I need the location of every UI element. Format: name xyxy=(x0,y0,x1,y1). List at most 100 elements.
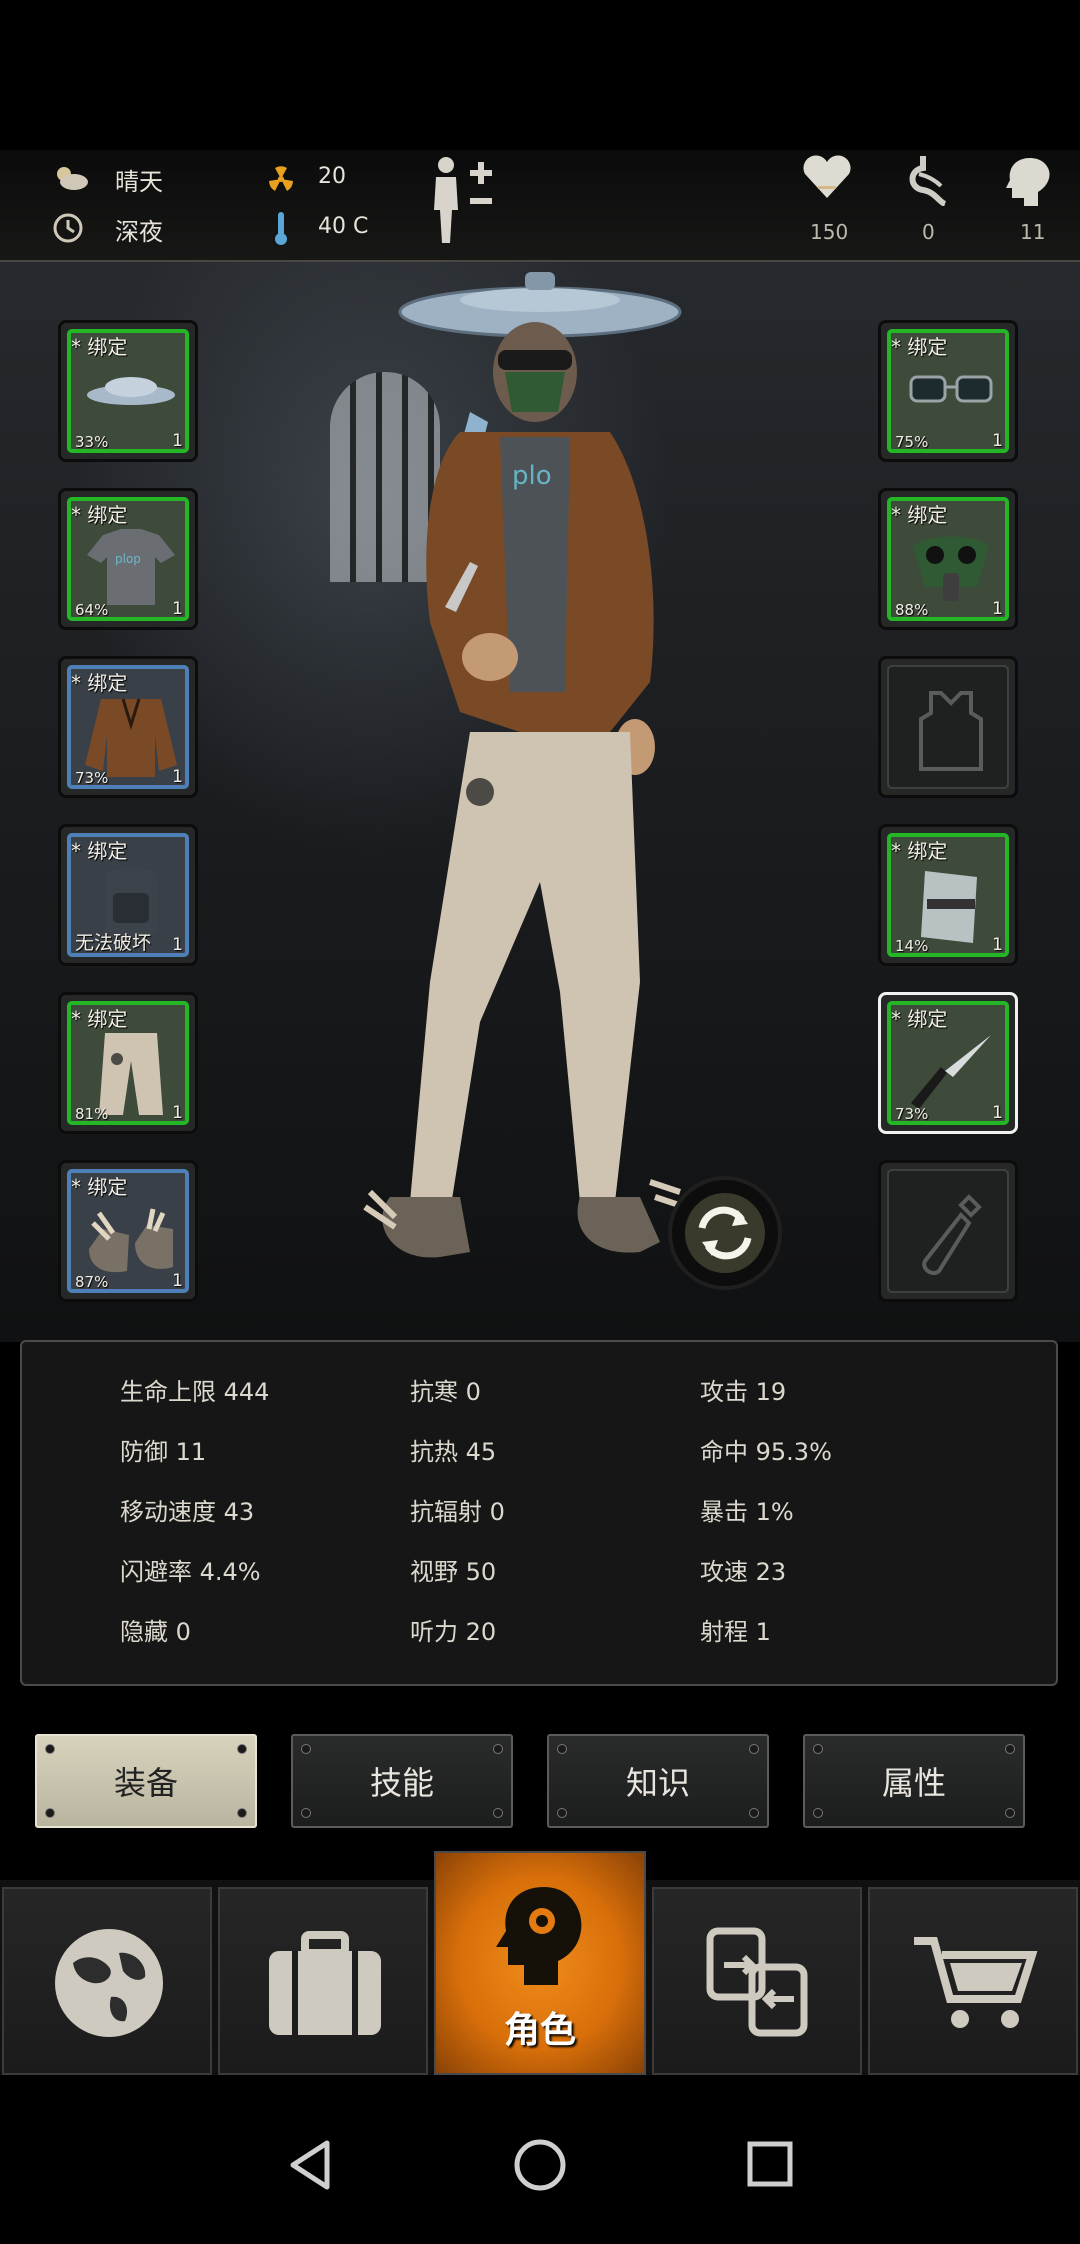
nav-inventory[interactable] xyxy=(218,1887,428,2075)
equip-slot-arm[interactable]: * 绑定 14% 1 xyxy=(878,824,1018,966)
svg-text:plo: plo xyxy=(512,461,552,491)
tab-equipment[interactable]: 装备 xyxy=(35,1734,257,1828)
clock-icon xyxy=(53,213,83,243)
quantity-text: 1 xyxy=(172,431,183,451)
stats-panel: 生命上限 444 防御 11 移动速度 43 闪避率 4.4% 隐藏 0 抗寒 … xyxy=(20,1340,1058,1686)
stat-dodge: 闪避率 4.4% xyxy=(120,1558,261,1586)
durability-text: 81% xyxy=(75,1105,109,1123)
equip-slot-face[interactable]: * 绑定 88% 1 xyxy=(878,488,1018,630)
nav-character-label: 角色 xyxy=(503,2010,576,2051)
quantity-text: 1 xyxy=(172,935,183,955)
bind-label: * 绑定 xyxy=(891,335,948,359)
stat-cold-resist: 抗寒 0 xyxy=(410,1378,481,1406)
bind-label: * 绑定 xyxy=(71,1175,128,1199)
equip-slot-backpack[interactable]: * 绑定 无法破坏 1 xyxy=(58,824,198,966)
mind-head-icon xyxy=(1006,158,1050,206)
durability-text: 75% xyxy=(895,433,929,451)
stomach-value: 0 xyxy=(922,220,935,244)
nav-character[interactable]: 角色 xyxy=(434,1851,646,2075)
heart-icon xyxy=(803,155,851,198)
nav-trade[interactable] xyxy=(652,1887,862,2075)
quantity-text: 1 xyxy=(172,1271,183,1291)
tab-knowledge[interactable]: 知识 xyxy=(547,1734,769,1828)
home-icon[interactable] xyxy=(512,2137,568,2193)
health-value: 150 xyxy=(810,220,849,244)
winged-shoes-icon xyxy=(89,1208,173,1273)
bottom-nav: 角色 xyxy=(0,1851,1080,2075)
durability-text: 14% xyxy=(895,937,929,955)
stat-range: 射程 1 xyxy=(700,1618,771,1646)
sun-cloud-icon xyxy=(57,167,88,190)
bind-label: * 绑定 xyxy=(891,503,948,527)
equip-slot-shoes[interactable]: * 绑定 87% 1 xyxy=(58,1160,198,1302)
swap-arrows-icon xyxy=(685,1193,765,1273)
equip-slot-weapon[interactable]: * 绑定 73% 1 xyxy=(878,992,1018,1134)
stat-vision: 视野 50 xyxy=(410,1558,497,1586)
bind-label: * 绑定 xyxy=(891,839,948,863)
quantity-text: 1 xyxy=(172,767,183,787)
stat-heat-resist: 抗热 45 xyxy=(410,1438,497,1466)
globe-icon xyxy=(55,1929,163,2037)
bind-label: * 绑定 xyxy=(71,503,128,527)
durability-text: 88% xyxy=(895,601,929,619)
quantity-text: 1 xyxy=(172,1103,183,1123)
tab-attributes-label: 属性 xyxy=(881,1764,946,1802)
equip-slot-armor-empty[interactable] xyxy=(878,656,1018,798)
equip-slot-throwable-empty[interactable] xyxy=(878,1160,1018,1302)
radiation-value: 20 xyxy=(318,164,346,189)
armor-vest-icon xyxy=(919,691,983,771)
back-icon[interactable] xyxy=(285,2137,335,2193)
recents-icon[interactable] xyxy=(745,2139,795,2189)
time-of-day-text: 深夜 xyxy=(115,218,163,246)
equip-slot-eyes[interactable]: * 绑定 75% 1 xyxy=(878,320,1018,462)
leather-jacket-icon xyxy=(85,698,177,777)
arm-guard-icon xyxy=(921,871,977,943)
stat-attack-speed: 攻速 23 xyxy=(700,1558,787,1586)
bind-label: * 绑定 xyxy=(71,335,128,359)
quantity-text: 1 xyxy=(172,599,183,619)
stat-stealth: 隐藏 0 xyxy=(120,1618,191,1646)
durability-text: 无法破坏 xyxy=(75,932,152,954)
durability-text: 33% xyxy=(75,433,109,451)
stat-attack: 攻击 19 xyxy=(700,1378,787,1406)
nav-shop[interactable] xyxy=(868,1887,1078,2075)
quantity-text: 1 xyxy=(992,1103,1003,1123)
equip-slot-head[interactable]: * 绑定 33% 1 xyxy=(58,320,198,462)
body-status-icon[interactable] xyxy=(428,155,498,247)
suitcase-icon xyxy=(269,1931,381,2035)
tab-equipment-label: 装备 xyxy=(113,1764,178,1802)
durability-text: 87% xyxy=(75,1273,109,1291)
svg-text:plop: plop xyxy=(115,552,141,566)
bind-label: * 绑定 xyxy=(71,1007,128,1031)
tab-attributes[interactable]: 属性 xyxy=(803,1734,1025,1828)
durability-text: 73% xyxy=(895,1105,929,1123)
stomach-icon xyxy=(909,156,947,206)
radiation-icon xyxy=(269,166,293,191)
mind-value: 11 xyxy=(1020,220,1046,244)
stat-max-hp: 生命上限 444 xyxy=(120,1378,270,1406)
stat-defense: 防御 11 xyxy=(120,1438,207,1466)
stat-hearing: 听力 20 xyxy=(410,1618,497,1646)
quantity-text: 1 xyxy=(992,935,1003,955)
molotov-icon xyxy=(922,1194,982,1276)
equip-slot-jacket[interactable]: * 绑定 73% 1 xyxy=(58,656,198,798)
status-bar: 晴天 深夜 20 40 C 150 0 11 xyxy=(0,150,1080,262)
equip-slot-shirt[interactable]: plop * 绑定 64% 1 xyxy=(58,488,198,630)
tab-skills[interactable]: 技能 xyxy=(291,1734,513,1828)
bind-label: * 绑定 xyxy=(71,839,128,863)
trade-swap-icon xyxy=(706,1927,808,2037)
stat-accuracy: 命中 95.3% xyxy=(700,1438,832,1466)
quantity-text: 1 xyxy=(992,431,1003,451)
gas-mask-icon xyxy=(913,536,989,601)
stat-move-speed: 移动速度 43 xyxy=(120,1498,255,1526)
pot-lid-helmet-icon xyxy=(87,377,175,405)
stat-rad-resist: 抗辐射 0 xyxy=(410,1498,505,1526)
shopping-cart-icon xyxy=(914,1937,1038,2028)
character-head-icon xyxy=(496,1887,582,1985)
durability-text: 73% xyxy=(75,769,109,787)
equip-slot-pants[interactable]: * 绑定 81% 1 xyxy=(58,992,198,1134)
nav-world-map[interactable] xyxy=(2,1887,212,2075)
swap-button[interactable] xyxy=(668,1176,782,1290)
knife-icon xyxy=(911,1035,991,1109)
durability-text: 64% xyxy=(75,601,109,619)
